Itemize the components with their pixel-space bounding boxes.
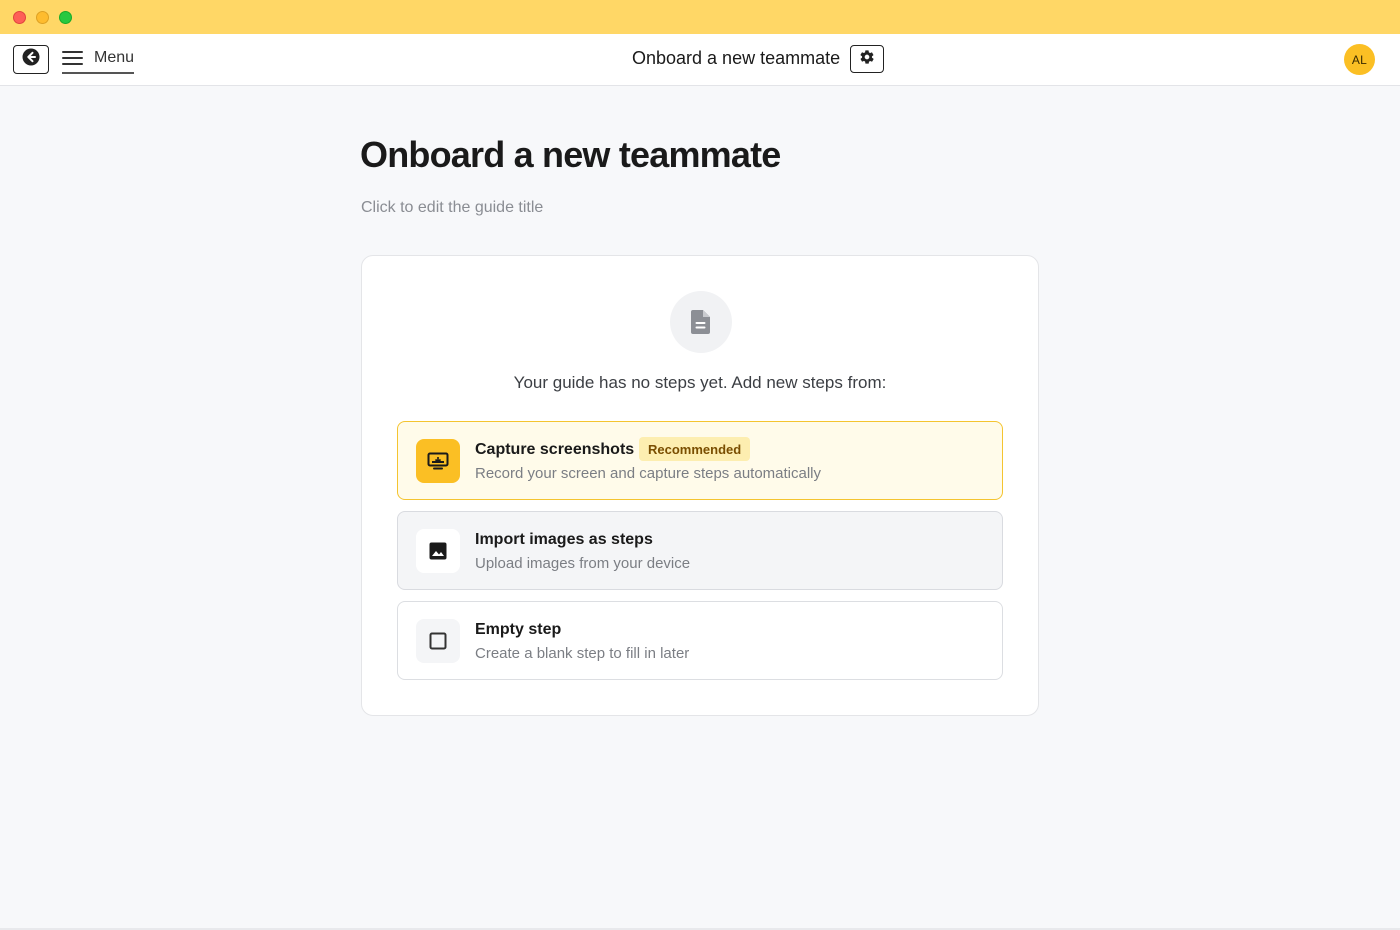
- import-images-option[interactable]: Import images as steps Upload images fro…: [397, 511, 1003, 590]
- menu-label: Menu: [94, 49, 135, 66]
- option-title: Capture screenshots: [475, 441, 635, 458]
- empty-guide-card: Your guide has no steps yet. Add new ste…: [361, 255, 1039, 716]
- option-description: Upload images from your device: [475, 555, 691, 572]
- close-window-button[interactable]: [13, 11, 26, 24]
- user-avatar[interactable]: AL: [1344, 44, 1375, 75]
- menu-button[interactable]: Menu: [62, 46, 135, 74]
- hamburger-icon: [62, 50, 84, 66]
- option-description: Create a blank step to fill in later: [475, 645, 690, 662]
- top-bar: Menu Onboard a new teammate AL: [0, 34, 1400, 86]
- guide-subtitle-edit[interactable]: Click to edit the guide title: [361, 199, 543, 217]
- window-titlebar: [0, 0, 1400, 34]
- page-title: Onboard a new teammate: [360, 134, 781, 175]
- option-description: Record your screen and capture steps aut…: [475, 465, 822, 482]
- back-button[interactable]: [13, 45, 49, 74]
- arrow-left-circle-icon: [22, 48, 40, 71]
- minimize-window-button[interactable]: [36, 11, 49, 24]
- option-title: Import images as steps: [475, 531, 653, 548]
- image-icon: [416, 529, 460, 573]
- recommended-badge: Recommended: [639, 437, 751, 461]
- capture-screenshots-option[interactable]: Capture screenshots Recommended Record y…: [397, 421, 1003, 500]
- guide-title-header: Onboard a new teammate: [632, 48, 841, 68]
- empty-state-message: Your guide has no steps yet. Add new ste…: [513, 373, 887, 392]
- zoom-window-button[interactable]: [59, 11, 72, 24]
- gear-icon: [859, 49, 875, 70]
- settings-button[interactable]: [850, 45, 884, 73]
- empty-step-option[interactable]: Empty step Create a blank step to fill i…: [397, 601, 1003, 680]
- square-icon: [416, 619, 460, 663]
- screen-capture-icon: [416, 439, 460, 483]
- option-title: Empty step: [475, 621, 562, 638]
- document-icon: [670, 291, 732, 353]
